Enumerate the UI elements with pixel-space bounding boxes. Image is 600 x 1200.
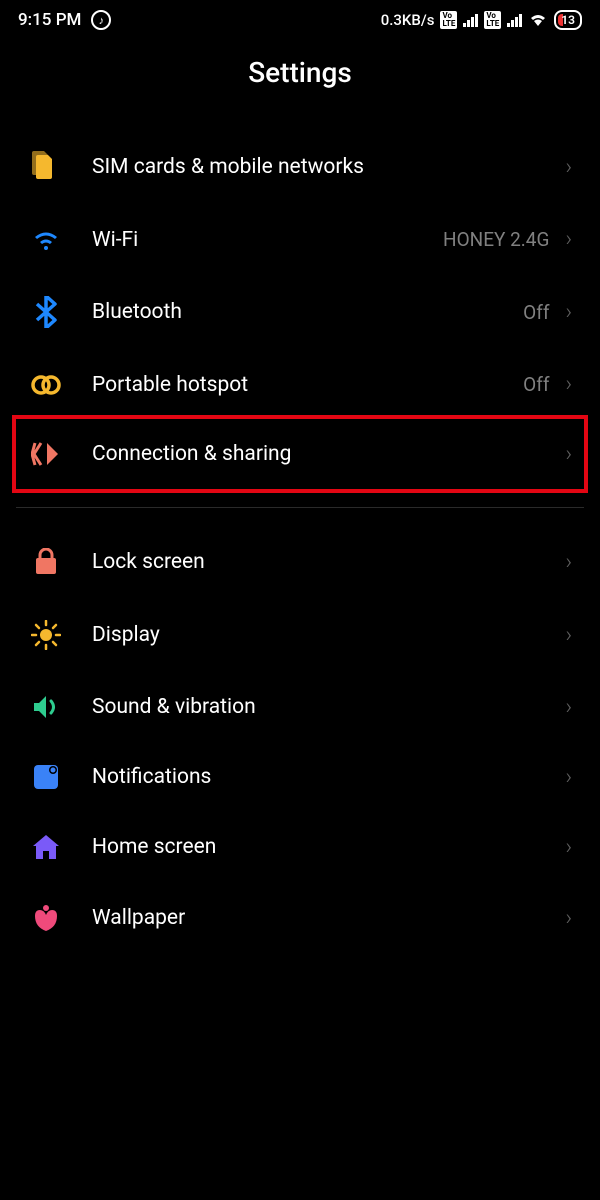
hotspot-icon — [28, 374, 64, 396]
chevron-right-icon: › — [565, 623, 572, 648]
clock: 9:15 PM — [18, 10, 81, 30]
chevron-right-icon: › — [565, 227, 572, 252]
chevron-right-icon: › — [565, 835, 572, 860]
item-display[interactable]: Display › — [16, 598, 584, 672]
page-title: Settings — [0, 56, 600, 89]
chevron-right-icon: › — [565, 695, 572, 720]
item-wallpaper[interactable]: Wallpaper › — [16, 882, 584, 954]
status-bar: 9:15 PM ♪ 0.3KB/s VoLTE VoLTE 13 — [0, 0, 600, 36]
item-wifi[interactable]: Wi-Fi HONEY 2.4G › — [16, 205, 584, 274]
item-label: Lock screen — [92, 550, 565, 574]
divider — [16, 507, 584, 508]
sun-icon — [28, 620, 64, 650]
net-speed: 0.3KB/s — [381, 11, 435, 29]
item-value: Off — [523, 373, 549, 396]
chevron-right-icon: › — [565, 550, 572, 575]
settings-group-connectivity: SIM cards & mobile networks › Wi-Fi HONE… — [0, 129, 600, 493]
chevron-right-icon: › — [565, 372, 572, 397]
chevron-right-icon: › — [565, 300, 572, 325]
status-right: 0.3KB/s VoLTE VoLTE 13 — [381, 10, 582, 30]
item-home-screen[interactable]: Home screen › — [16, 812, 584, 882]
volte-badge-1: VoLTE — [440, 11, 457, 29]
battery-level: 13 — [561, 13, 575, 27]
item-label: Wallpaper — [92, 906, 565, 930]
wifi-icon — [28, 228, 64, 252]
item-hotspot[interactable]: Portable hotspot Off › — [16, 350, 584, 419]
chevron-right-icon: › — [565, 765, 572, 790]
item-label: Sound & vibration — [92, 695, 565, 719]
item-notifications[interactable]: Notifications › — [16, 742, 584, 812]
signal-icon-2 — [507, 14, 522, 27]
chevron-right-icon: › — [565, 442, 572, 467]
signal-icon-1 — [463, 14, 478, 27]
item-sim-cards[interactable]: SIM cards & mobile networks › — [16, 129, 584, 205]
item-value: Off — [523, 301, 549, 324]
sound-icon — [28, 694, 64, 720]
item-sound[interactable]: Sound & vibration › — [16, 672, 584, 742]
item-value: HONEY 2.4G — [443, 228, 549, 251]
chevron-right-icon: › — [565, 155, 572, 180]
page-header: Settings — [0, 36, 600, 129]
wifi-status-icon — [528, 12, 548, 28]
item-label: Display — [92, 623, 565, 647]
item-label: SIM cards & mobile networks — [92, 155, 565, 179]
lock-icon — [28, 548, 64, 576]
item-label: Notifications — [92, 765, 565, 789]
sim-card-icon — [28, 151, 64, 183]
volte-badge-2: VoLTE — [484, 11, 501, 29]
battery-icon: 13 — [554, 10, 582, 30]
item-label: Home screen — [92, 835, 565, 859]
item-label: Bluetooth — [92, 300, 523, 324]
bluetooth-icon — [28, 296, 64, 328]
notifications-icon — [28, 764, 64, 790]
connection-sharing-icon — [28, 441, 64, 467]
item-label: Portable hotspot — [92, 373, 523, 397]
music-icon: ♪ — [91, 10, 111, 30]
status-left: 9:15 PM ♪ — [18, 10, 111, 30]
item-connection-sharing[interactable]: Connection & sharing › — [12, 415, 588, 493]
item-bluetooth[interactable]: Bluetooth Off › — [16, 274, 584, 350]
home-icon — [28, 834, 64, 860]
settings-group-device: Lock screen › Display › Sound & vibratio… — [0, 526, 600, 954]
item-label: Connection & sharing — [92, 442, 565, 466]
wallpaper-icon — [28, 904, 64, 932]
chevron-right-icon: › — [565, 906, 572, 931]
item-lock-screen[interactable]: Lock screen › — [16, 526, 584, 598]
item-label: Wi-Fi — [92, 228, 443, 252]
